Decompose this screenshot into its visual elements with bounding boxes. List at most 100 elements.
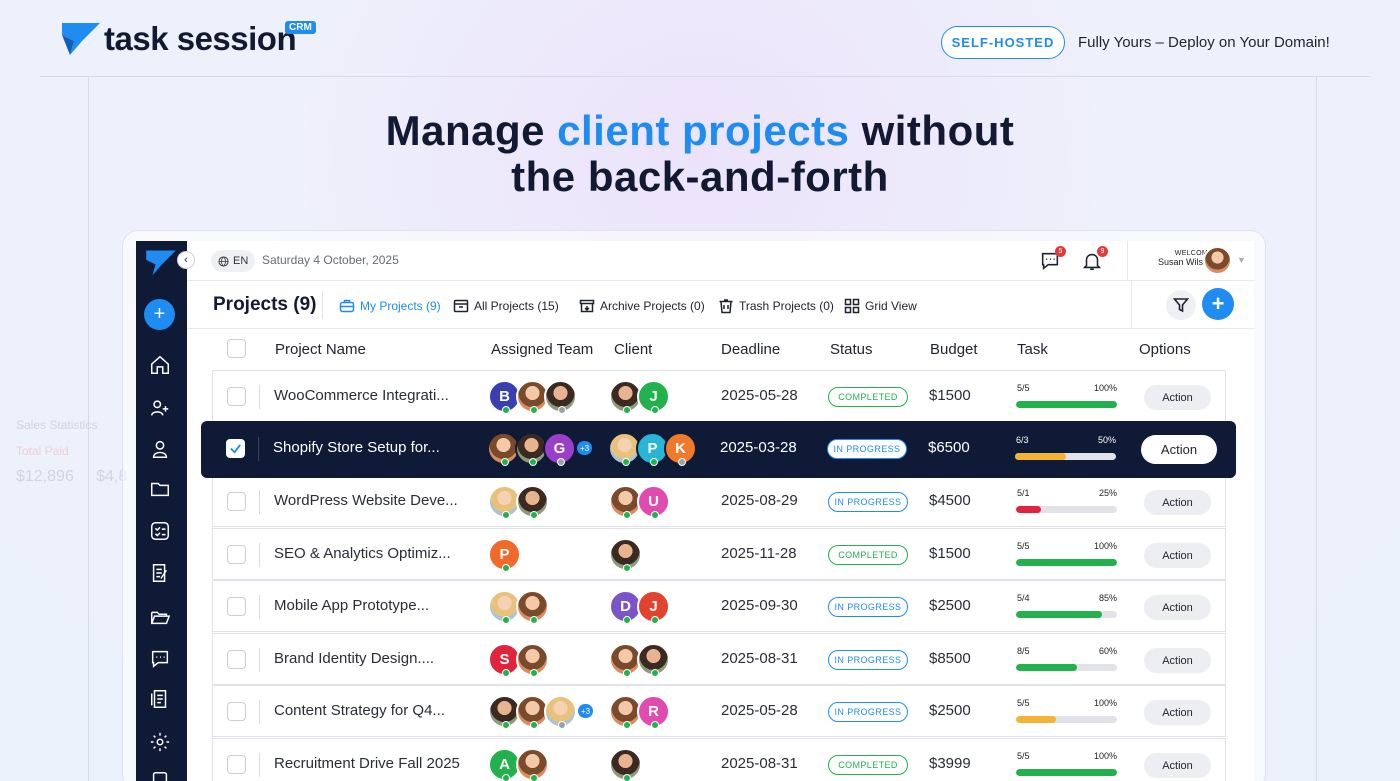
avatar[interactable]: [516, 643, 549, 677]
action-button[interactable]: Action: [1144, 595, 1211, 620]
table-row[interactable]: Brand Identity Design.... S 2025-08-31 IN P…: [212, 633, 1226, 685]
project-name: SEO & Analytics Optimiz...: [274, 545, 451, 562]
headline-line2: the back-and-forth: [511, 153, 889, 200]
row-checkbox[interactable]: [227, 597, 246, 616]
select-all-checkbox[interactable]: [227, 339, 246, 358]
avatar[interactable]: P: [488, 538, 521, 572]
row-checkbox[interactable]: [227, 650, 246, 669]
more-members-badge[interactable]: +3: [577, 441, 593, 455]
table-row[interactable]: Recruitment Drive Fall 2025 A 2025-08-31 CO…: [212, 738, 1226, 781]
presence-dot: [530, 511, 538, 519]
status-badge: IN PROGRESS: [828, 597, 908, 617]
task-progress-bar: [1016, 664, 1117, 671]
avatar[interactable]: [637, 643, 670, 677]
avatar[interactable]: [516, 748, 549, 781]
more-members-badge[interactable]: +3: [578, 704, 594, 718]
row-checkbox[interactable]: [227, 755, 246, 774]
tab-archive-projects[interactable]: Archive Projects (0): [579, 298, 705, 314]
messages-button[interactable]: 5: [1039, 246, 1066, 274]
avatar[interactable]: [516, 485, 549, 519]
table-row[interactable]: Shopify Store Setup for... G +3 P K 2025-03-2…: [201, 421, 1236, 478]
avatar[interactable]: K: [664, 432, 697, 466]
brand-logo[interactable]: task session CRM: [60, 20, 316, 58]
table-row[interactable]: SEO & Analytics Optimiz... P 2025-11-28 COM…: [212, 528, 1226, 580]
task-progress-label: 5/5 100%: [1017, 541, 1117, 551]
row-checkbox[interactable]: [227, 702, 246, 721]
presence-dot: [651, 616, 659, 624]
action-button[interactable]: Action: [1144, 490, 1211, 515]
row-checkbox[interactable]: [227, 387, 246, 406]
action-button[interactable]: Action: [1144, 648, 1211, 673]
invoice-icon[interactable]: [148, 687, 172, 711]
tab-label: Grid View: [865, 299, 917, 313]
task-progress-label: 5/4 85%: [1017, 593, 1117, 603]
language-switcher[interactable]: EN: [211, 250, 256, 272]
tab-my-projects[interactable]: My Projects (9): [339, 298, 441, 314]
settings-icon[interactable]: [148, 730, 172, 754]
avatar[interactable]: G: [543, 432, 576, 466]
user-icon[interactable]: [148, 437, 172, 461]
row-checkbox[interactable]: [227, 545, 246, 564]
budget: $2500: [929, 702, 971, 719]
avatar[interactable]: [516, 590, 549, 624]
avatar[interactable]: [609, 538, 642, 572]
status-badge: IN PROGRESS: [828, 702, 908, 722]
avatar-initial: S: [499, 651, 510, 668]
project-name: Brand Identity Design....: [274, 650, 435, 667]
row-checkbox[interactable]: [226, 439, 245, 458]
action-button[interactable]: Action: [1144, 543, 1211, 568]
row-divider: [259, 700, 260, 724]
presence-dot: [651, 669, 659, 677]
avatar[interactable]: J: [637, 590, 670, 624]
notes-icon[interactable]: [148, 561, 172, 585]
tab-label: All Projects (15): [474, 299, 559, 313]
action-button[interactable]: Action: [1144, 700, 1211, 725]
table-row[interactable]: Content Strategy for Q4... +3 R 2025-05-28 I…: [212, 685, 1226, 737]
action-button[interactable]: Action: [1141, 435, 1217, 464]
tab-grid-view[interactable]: Grid View: [844, 298, 917, 314]
action-button[interactable]: Action: [1144, 753, 1211, 778]
avatar[interactable]: [544, 380, 577, 414]
user-avatar[interactable]: [1203, 246, 1232, 275]
add-project-button[interactable]: +: [1202, 288, 1234, 320]
briefcase-icon: [339, 299, 355, 313]
chat-icon[interactable]: [148, 647, 172, 671]
notifications-button[interactable]: 9: [1081, 246, 1108, 274]
home-icon[interactable]: [148, 353, 172, 377]
table-row[interactable]: Mobile App Prototype... D J 2025-09-30 IN PR…: [212, 580, 1226, 632]
row-checkbox[interactable]: [227, 492, 246, 511]
table-row[interactable]: WordPress Website Deve... U 2025-08-29 IN P…: [212, 475, 1226, 527]
avatar[interactable]: U: [637, 485, 670, 519]
presence-dot: [530, 721, 538, 729]
tasks-icon[interactable]: [148, 519, 172, 543]
row-divider: [259, 385, 260, 409]
progress-fill: [1016, 716, 1057, 723]
folder-icon[interactable]: [148, 477, 172, 501]
users-icon[interactable]: [148, 396, 172, 420]
row-divider: [258, 437, 259, 461]
presence-dot: [530, 616, 538, 624]
budget: $6500: [928, 439, 970, 456]
row-divider: [259, 543, 260, 567]
action-button[interactable]: Action: [1144, 385, 1211, 410]
avatar[interactable]: [544, 695, 577, 729]
folder-open-icon[interactable]: [148, 605, 172, 629]
tab-all-projects[interactable]: All Projects (15): [453, 298, 559, 314]
collapse-sidebar-button[interactable]: ‹: [177, 251, 195, 269]
page-title: Projects (9): [213, 294, 317, 315]
table-row[interactable]: WooCommerce Integrati... B J 2025-05-28 COMP…: [212, 370, 1226, 422]
archive-icon: [579, 299, 595, 313]
presence-dot: [623, 721, 631, 729]
avatar[interactable]: J: [637, 380, 670, 414]
toolbar-divider-right: [1131, 281, 1132, 329]
sidebar-add-button[interactable]: +: [144, 299, 175, 330]
chevron-down-icon[interactable]: ▼: [1237, 255, 1246, 265]
presence-dot: [678, 458, 686, 466]
tab-trash-projects[interactable]: Trash Projects (0): [718, 298, 834, 314]
filter-button[interactable]: [1166, 290, 1196, 320]
col-status: Status: [830, 341, 873, 358]
logout-icon[interactable]: [148, 769, 172, 781]
budget: $8500: [929, 650, 971, 667]
avatar[interactable]: R: [637, 695, 670, 729]
avatar[interactable]: [609, 748, 642, 781]
